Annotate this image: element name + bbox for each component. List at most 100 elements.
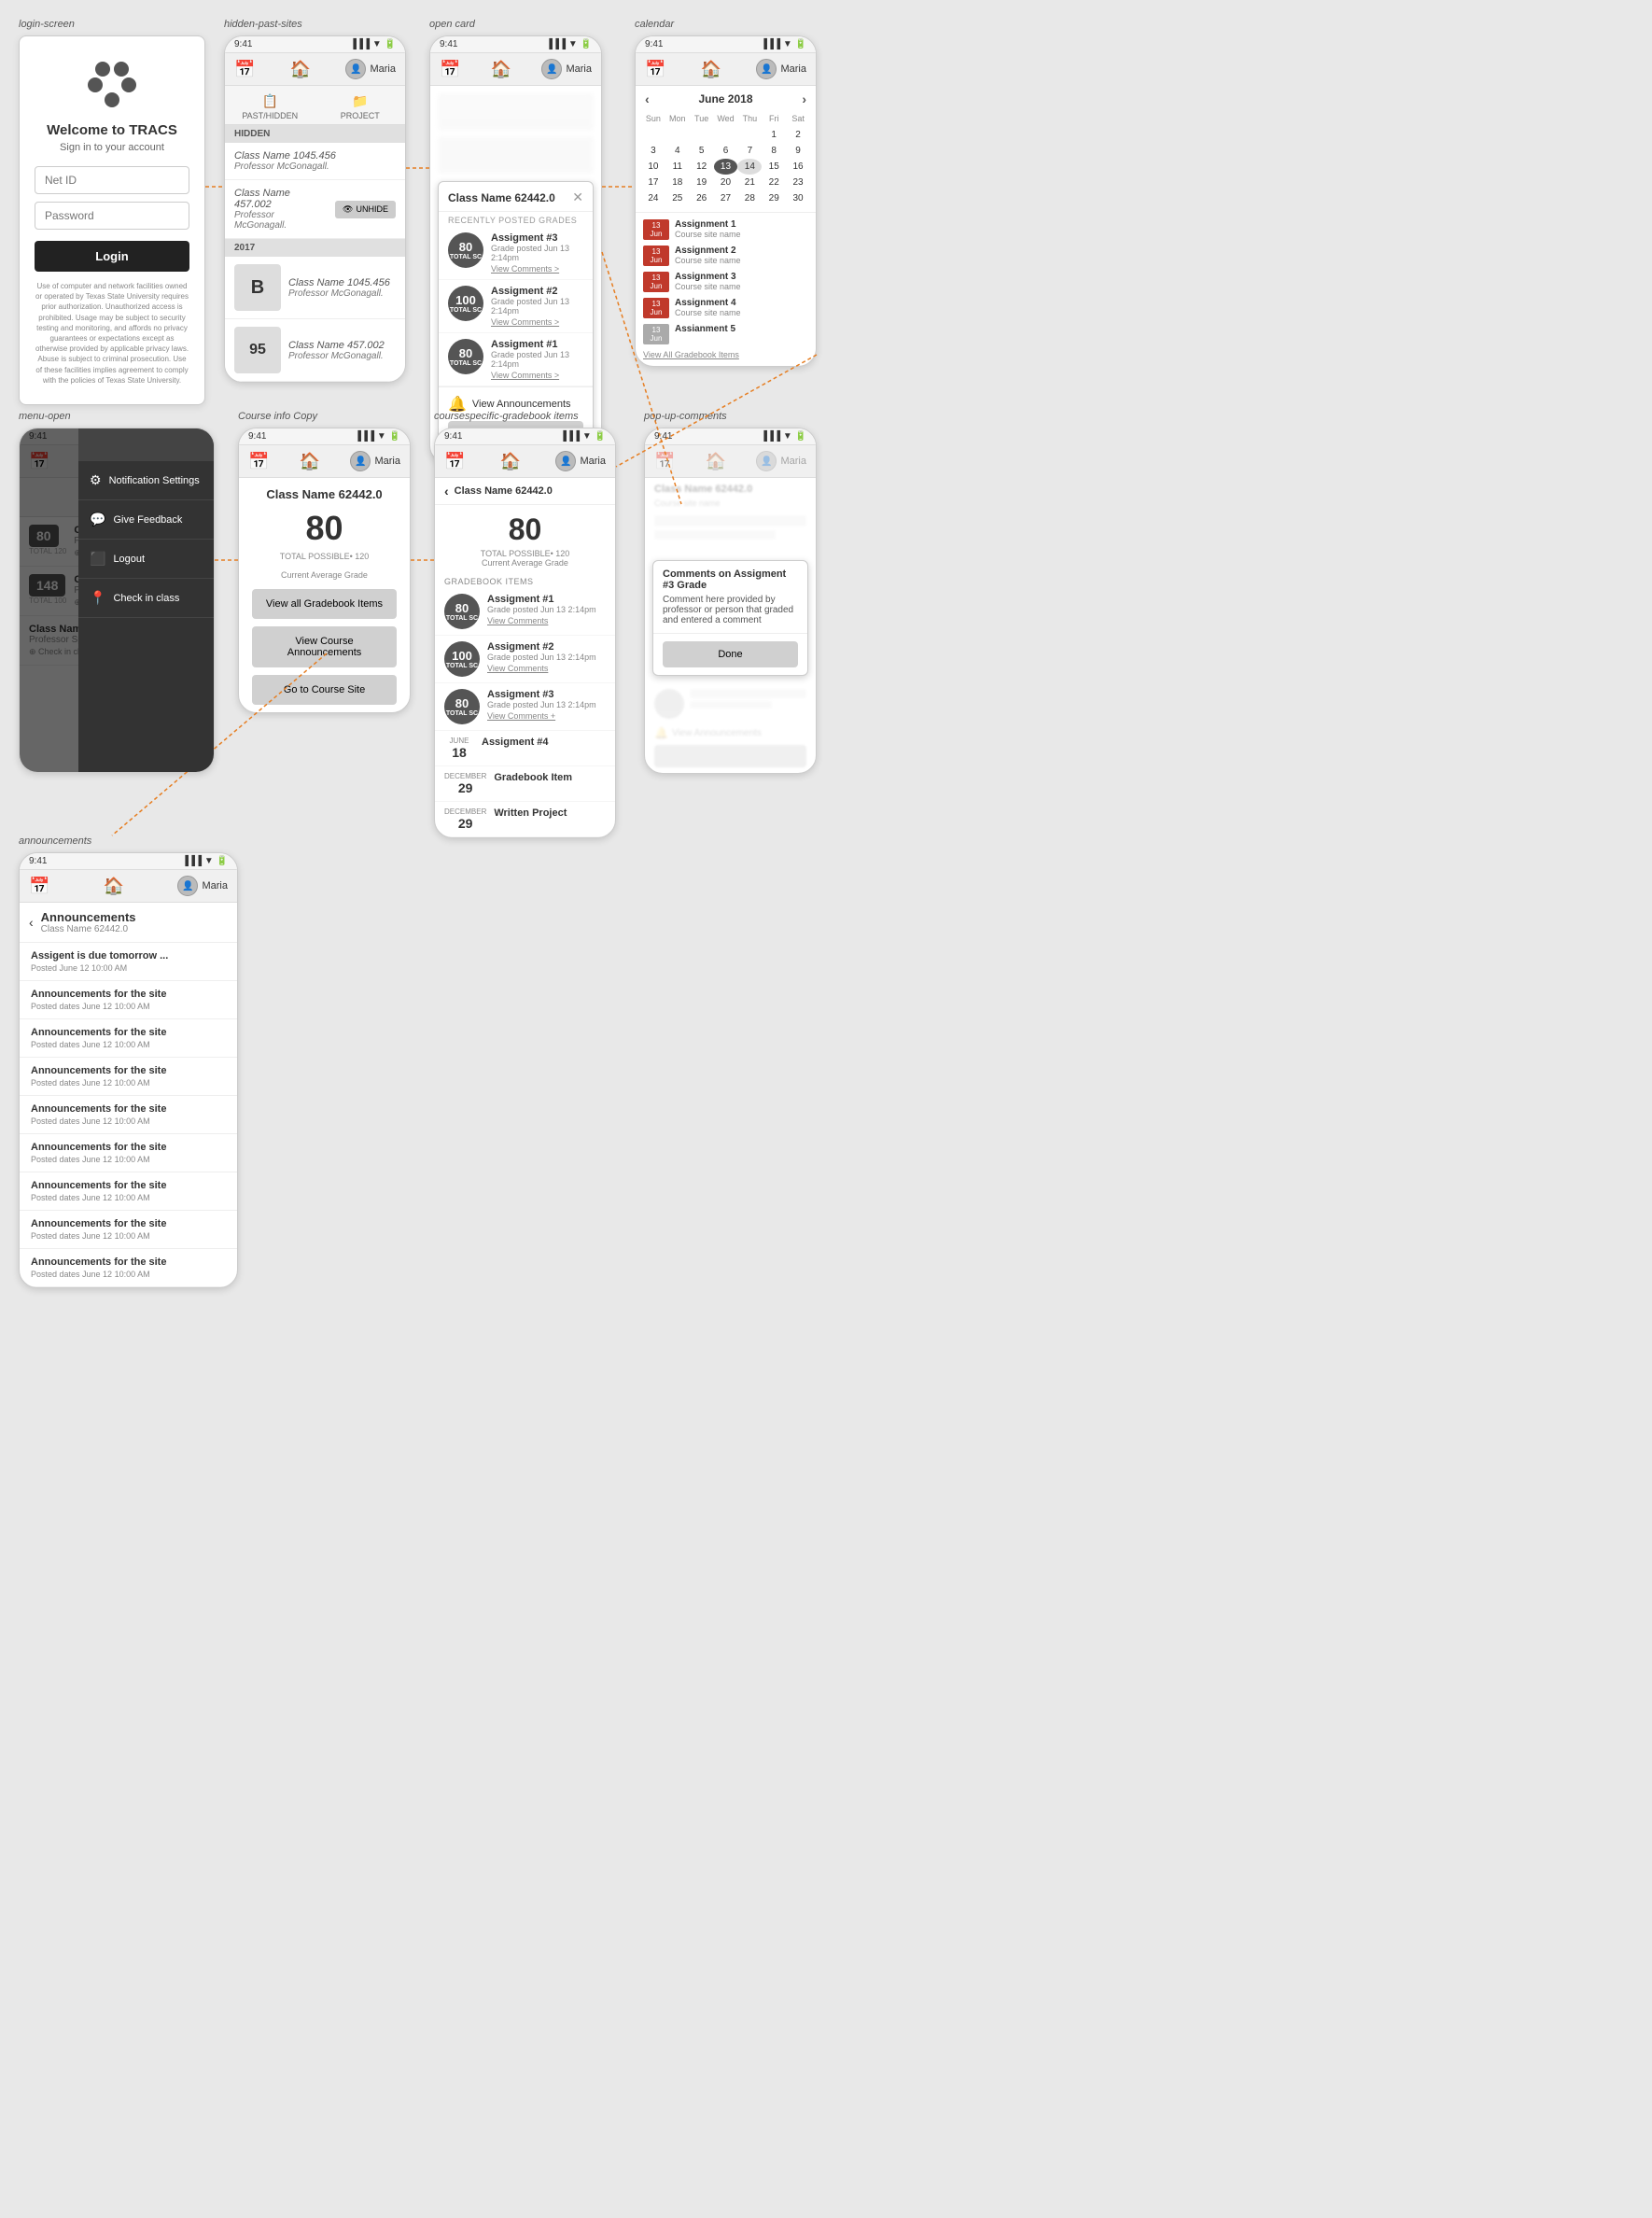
cal-icon-ci[interactable]: 📅 <box>248 452 269 471</box>
cal-icon-ann[interactable]: 📅 <box>29 877 49 896</box>
calendar-nav-icon[interactable]: 📅 <box>234 60 255 79</box>
avatar-oc[interactable]: 👤 Maria <box>541 59 592 79</box>
cal-day-7[interactable]: 7 <box>737 143 762 159</box>
avatar-ann[interactable]: 👤 Maria <box>177 876 228 896</box>
card-close-icon[interactable]: ✕ <box>572 190 583 205</box>
total-sc-1: TOTAL SC <box>450 254 482 260</box>
cal-day-13-today[interactable]: 13 <box>714 159 738 175</box>
view-announcements-btn[interactable]: View Course Announcements <box>252 626 397 667</box>
cal-day-2[interactable]: 2 <box>786 127 810 143</box>
announcements-back-arrow[interactable]: ‹ <box>29 915 34 930</box>
cal-day-26[interactable]: 26 <box>690 190 714 206</box>
cal-day-8[interactable]: 8 <box>762 143 786 159</box>
cal-day-20[interactable]: 20 <box>714 175 738 190</box>
login-button[interactable]: Login <box>35 241 189 272</box>
cal-day-16[interactable]: 16 <box>786 159 810 175</box>
announcement-8[interactable]: Announcements for the site Posted dates … <box>20 1211 237 1249</box>
home-icon-pp[interactable]: 🏠 <box>706 452 726 471</box>
cal-day-27[interactable]: 27 <box>714 190 738 206</box>
tab-past-hidden[interactable]: 📋 PAST/HIDDEN <box>225 86 315 124</box>
cal-day-empty-5 <box>737 127 762 143</box>
view-comments-2[interactable]: View Comments > <box>491 317 583 327</box>
cal-icon-gb[interactable]: 📅 <box>444 452 465 471</box>
cal-day-18[interactable]: 18 <box>665 175 690 190</box>
cal-day-28[interactable]: 28 <box>737 190 762 206</box>
announcement-7[interactable]: Announcements for the site Posted dates … <box>20 1172 237 1211</box>
avatar-gb[interactable]: 👤 Maria <box>555 451 606 471</box>
announcement-3[interactable]: Announcements for the site Posted dates … <box>20 1019 237 1058</box>
cal-day-17[interactable]: 17 <box>641 175 665 190</box>
cal-day-19[interactable]: 19 <box>690 175 714 190</box>
cal-day-1[interactable]: 1 <box>762 127 786 143</box>
cal-day-9[interactable]: 9 <box>786 143 810 159</box>
announcement-title-4: Announcements for the site <box>31 1065 226 1076</box>
login-screen-label: login-screen <box>19 19 205 30</box>
cal-day-21[interactable]: 21 <box>737 175 762 190</box>
cal-day-14[interactable]: 14 <box>737 159 762 175</box>
avatar-cal[interactable]: 👤 Maria <box>756 59 806 79</box>
blurred-line-2 <box>654 530 776 540</box>
announcement-5[interactable]: Announcements for the site Posted dates … <box>20 1096 237 1134</box>
cal-day-15[interactable]: 15 <box>762 159 786 175</box>
home-icon-ann[interactable]: 🏠 <box>104 877 124 896</box>
go-to-site-btn[interactable]: Go to Course Site <box>252 675 397 705</box>
home-nav-icon[interactable]: 🏠 <box>290 60 311 79</box>
home-icon-cal[interactable]: 🏠 <box>701 60 721 79</box>
announcement-2[interactable]: Announcements for the site Posted dates … <box>20 981 237 1019</box>
avatar-pp[interactable]: 👤 Maria <box>756 451 806 471</box>
cal-day-5[interactable]: 5 <box>690 143 714 159</box>
view-all-gradebook-link[interactable]: View All Gradebook Items <box>636 347 816 362</box>
cal-day-10[interactable]: 10 <box>641 159 665 175</box>
home-icon-ci[interactable]: 🏠 <box>300 452 320 471</box>
cal-icon-oc[interactable]: 📅 <box>440 60 460 79</box>
announcement-4[interactable]: Announcements for the site Posted dates … <box>20 1058 237 1096</box>
next-month-arrow[interactable]: › <box>802 91 806 106</box>
cal-day-29[interactable]: 29 <box>762 190 786 206</box>
announcement-6[interactable]: Announcements for the site Posted dates … <box>20 1134 237 1172</box>
net-id-input[interactable] <box>35 166 189 194</box>
avatar-ci[interactable]: 👤 Maria <box>350 451 400 471</box>
cal-day-3[interactable]: 3 <box>641 143 665 159</box>
cal-day-22[interactable]: 22 <box>762 175 786 190</box>
cal-day-24[interactable]: 24 <box>641 190 665 206</box>
gb-comments-1[interactable]: View Comments <box>487 616 606 625</box>
menu-item-logout[interactable]: ⬛ Logout <box>78 540 214 579</box>
back-arrow-gb[interactable]: ‹ <box>444 484 449 498</box>
menu-item-notifications[interactable]: ⚙ Notification Settings <box>78 461 214 500</box>
menu-open-label: menu-open <box>19 411 215 422</box>
cal-event-2: 13Jun Assignment 2 Course site name <box>636 243 816 269</box>
announcement-9[interactable]: Announcements for the site Posted dates … <box>20 1249 237 1287</box>
view-gradebook-btn[interactable]: View all Gradebook Items <box>252 589 397 619</box>
tab-project[interactable]: 📁 PROJECT <box>315 86 406 124</box>
event-name-1: Assignment 1 <box>675 219 808 230</box>
home-icon-oc[interactable]: 🏠 <box>491 60 511 79</box>
course-info-wrapper: Course info Copy 9:41 ▐▐▐ ▼ 🔋 📅 🏠 👤 Mari… <box>238 411 411 713</box>
cal-icon-pp[interactable]: 📅 <box>654 452 675 471</box>
view-comments-1[interactable]: View Comments > <box>491 264 583 274</box>
cal-day-30[interactable]: 30 <box>786 190 810 206</box>
menu-open-screen: 9:41 ▐▐▐ ▼ 🔋 📅 🏠 👤 Maria 📋 PAST/HIDDEN 8… <box>19 428 215 773</box>
user-avatar[interactable]: 👤 Maria <box>345 59 396 79</box>
menu-item-feedback[interactable]: 💬 Give Feedback <box>78 500 214 540</box>
cal-day-6[interactable]: 6 <box>714 143 738 159</box>
cal-day-11[interactable]: 11 <box>665 159 690 175</box>
prev-month-arrow[interactable]: ‹ <box>645 91 650 106</box>
recent-grades-label: RECENTLY POSTED GRADES <box>439 212 593 227</box>
unhide-button[interactable]: 👁 UNHIDE <box>335 201 396 218</box>
cal-day-12[interactable]: 12 <box>690 159 714 175</box>
gb-comments-3[interactable]: View Comments + <box>487 711 606 721</box>
gb-comments-2[interactable]: View Comments <box>487 664 606 673</box>
menu-item-checkin[interactable]: 📍 Check in class <box>78 579 214 618</box>
view-comments-3[interactable]: View Comments > <box>491 371 583 380</box>
view-announcements-text[interactable]: View Announcements <box>472 399 571 410</box>
cal-day-25[interactable]: 25 <box>665 190 690 206</box>
unhide-label: UNHIDE <box>356 204 388 214</box>
cal-icon-cal[interactable]: 📅 <box>645 60 665 79</box>
popup-done-button[interactable]: Done <box>663 641 798 667</box>
announcement-1[interactable]: Assigent is due tomorrow ... Posted June… <box>20 943 237 981</box>
cal-day-4[interactable]: 4 <box>665 143 690 159</box>
home-icon-gb[interactable]: 🏠 <box>500 452 521 471</box>
nav-bar-pp: 📅 🏠 👤 Maria <box>645 445 816 478</box>
cal-day-23[interactable]: 23 <box>786 175 810 190</box>
password-input[interactable] <box>35 202 189 230</box>
